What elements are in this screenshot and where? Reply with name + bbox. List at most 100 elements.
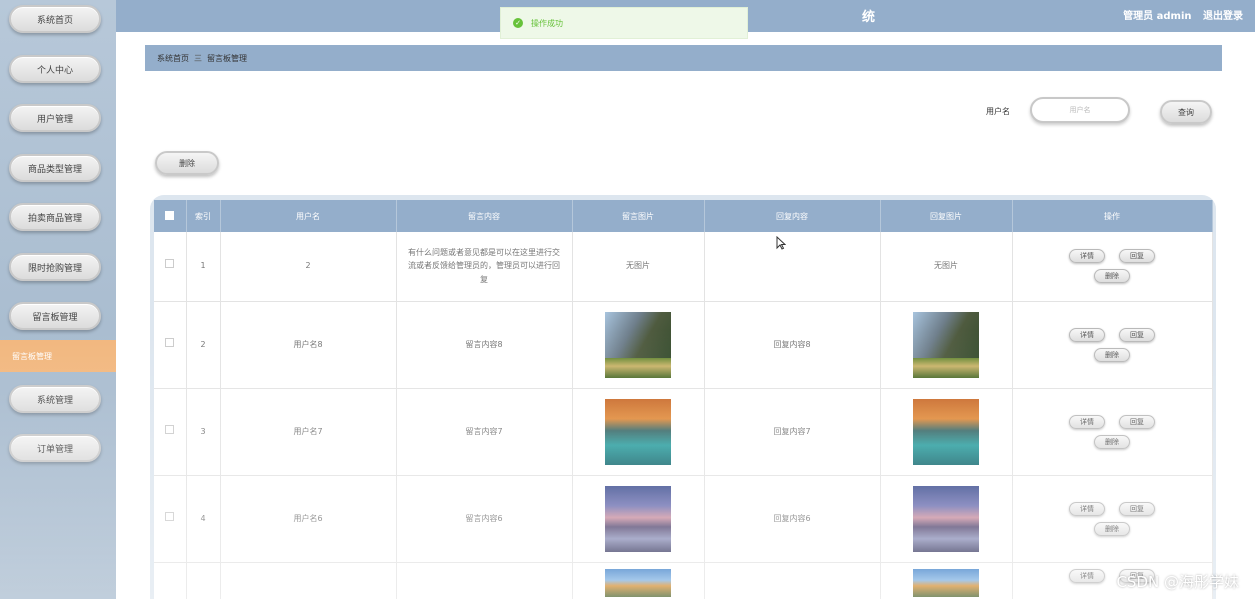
table-row: 3 用户名7 留言内容7 回复内容7 详情 回复 删除 (154, 388, 1213, 476)
cell-content: 有什么问题或者意见都是可以在这里进行交流或者反馈给管理员的，管理员可以进行回复 (396, 232, 573, 302)
reply-image[interactable] (913, 485, 979, 552)
cell-reply: 回复内容8 (704, 301, 881, 389)
sidebar-item-user-management[interactable]: 用户管理 (9, 104, 101, 132)
message-image[interactable] (605, 568, 671, 597)
cell-index (186, 562, 221, 599)
cell-reply-image (880, 475, 1013, 563)
cell-index: 4 (186, 475, 221, 563)
sidebar-item-personal-center[interactable]: 个人中心 (9, 55, 101, 83)
cell-reply-image: 无图片 (880, 232, 1013, 302)
cell-actions: 详情 回复 删除 (1012, 475, 1213, 563)
reply-button[interactable]: 回复 (1119, 327, 1155, 342)
column-header-image: 留言图片 (572, 200, 705, 232)
cell-reply-image (880, 388, 1013, 476)
sidebar-item-flash-sale-management[interactable]: 限时抢购管理 (9, 253, 101, 281)
message-image[interactable] (605, 311, 671, 378)
table-row: 4 用户名6 留言内容6 回复内容6 详情 回复 删除 (154, 475, 1213, 563)
mouse-cursor-icon (776, 236, 786, 250)
breadcrumb-current: 留言板管理 (207, 53, 247, 63)
search-label: 用户名 (986, 107, 1010, 116)
cell-image (572, 388, 705, 476)
success-toast: ✓ 操作成功 (500, 7, 748, 39)
reply-button[interactable]: 回复 (1119, 249, 1155, 264)
batch-delete-button[interactable]: 删除 (155, 151, 219, 175)
message-image[interactable] (605, 485, 671, 552)
content-text: 有什么问题或者意见都是可以在这里进行交流或者反馈给管理员的，管理员可以进行回复 (408, 247, 560, 285)
cell-reply-image (880, 562, 1013, 599)
column-header-content: 留言内容 (396, 200, 573, 232)
sidebar-item-auction-management[interactable]: 拍卖商品管理 (9, 203, 101, 231)
cell-image: 无图片 (572, 232, 705, 302)
cell-reply (704, 232, 881, 302)
detail-button[interactable]: 详情 (1069, 568, 1105, 583)
current-user: 管理员 admin (1123, 11, 1192, 22)
sidebar-item-product-type-management[interactable]: 商品类型管理 (9, 154, 101, 182)
cell-username (220, 562, 397, 599)
cell-image (572, 562, 705, 599)
cell-content: 留言内容8 (396, 301, 573, 389)
delete-button[interactable]: 删除 (1094, 347, 1130, 362)
table-row: 2 用户名8 留言内容8 回复内容8 详情 回复 删除 (154, 301, 1213, 389)
detail-button[interactable]: 详情 (1069, 414, 1105, 429)
detail-button[interactable]: 详情 (1069, 327, 1105, 342)
cell-content: 留言内容6 (396, 475, 573, 563)
breadcrumb-separator: 三 (194, 53, 202, 63)
detail-button[interactable]: 详情 (1069, 501, 1105, 516)
cell-username: 用户名7 (220, 388, 397, 476)
cell-reply (704, 562, 881, 599)
table-row: 详情 回复 (154, 562, 1213, 599)
query-button[interactable]: 查询 (1160, 100, 1212, 124)
delete-button[interactable]: 删除 (1094, 521, 1130, 536)
cell-reply-image (880, 301, 1013, 389)
detail-button[interactable]: 详情 (1069, 249, 1105, 264)
row-checkbox[interactable] (165, 511, 175, 521)
reply-image[interactable] (913, 568, 979, 597)
message-table: 索引 用户名 留言内容 留言图片 回复内容 回复图片 操作 1 2 有什么问题或… (154, 200, 1213, 599)
reply-image[interactable] (913, 311, 979, 378)
csdn-watermark: CSDN @海彤学妹 (1116, 573, 1239, 591)
cell-actions: 详情 回复 删除 (1012, 301, 1213, 389)
sidebar-subitem-message-board[interactable]: 留言板管理 (0, 340, 116, 372)
cell-content: 留言内容7 (396, 388, 573, 476)
cell-reply: 回复内容6 (704, 475, 881, 563)
table-row: 1 2 有什么问题或者意见都是可以在这里进行交流或者反馈给管理员的，管理员可以进… (154, 232, 1213, 302)
breadcrumb-home[interactable]: 系统首页 (157, 53, 189, 64)
delete-button[interactable]: 删除 (1094, 269, 1130, 284)
reply-button[interactable]: 回复 (1119, 501, 1155, 516)
reply-image[interactable] (913, 398, 979, 465)
cell-index: 1 (186, 232, 221, 302)
header-user-area: 管理员 admin 退出登录 (1115, 7, 1243, 22)
message-image[interactable] (605, 398, 671, 465)
sidebar: 系统首页 个人中心 用户管理 商品类型管理 拍卖商品管理 限时抢购管理 留言板管… (0, 0, 116, 599)
cell-index: 2 (186, 301, 221, 389)
cell-image (572, 301, 705, 389)
cell-reply: 回复内容7 (704, 388, 881, 476)
cell-index: 3 (186, 388, 221, 476)
row-checkbox[interactable] (165, 259, 175, 269)
select-all-checkbox[interactable] (165, 210, 175, 220)
header-title: 统 (862, 10, 876, 25)
check-circle-icon: ✓ (513, 18, 523, 28)
row-checkbox[interactable] (165, 337, 175, 347)
cell-content (396, 562, 573, 599)
reply-button[interactable]: 回复 (1119, 414, 1155, 429)
username-search-input[interactable] (1030, 97, 1130, 123)
sidebar-item-system-management[interactable]: 系统管理 (9, 385, 101, 413)
message-table-container: 索引 用户名 留言内容 留言图片 回复内容 回复图片 操作 1 2 有什么问题或… (150, 195, 1216, 599)
column-header-actions: 操作 (1012, 200, 1213, 232)
header-select-all[interactable] (154, 200, 187, 232)
logout-link[interactable]: 退出登录 (1203, 11, 1243, 22)
cell-actions: 详情 回复 删除 (1012, 232, 1213, 302)
cell-username: 用户名6 (220, 475, 397, 563)
cell-image (572, 475, 705, 563)
sidebar-item-order-management[interactable]: 订单管理 (9, 434, 101, 462)
row-checkbox[interactable] (165, 424, 175, 434)
cell-username: 用户名8 (220, 301, 397, 389)
cell-username: 2 (220, 232, 397, 302)
sidebar-item-message-board-management[interactable]: 留言板管理 (9, 302, 101, 330)
delete-button[interactable]: 删除 (1094, 434, 1130, 449)
sidebar-item-home[interactable]: 系统首页 (9, 5, 101, 33)
column-header-reply-image: 回复图片 (880, 200, 1013, 232)
breadcrumb: 系统首页 三 留言板管理 (145, 45, 1222, 71)
column-header-username: 用户名 (220, 200, 397, 232)
